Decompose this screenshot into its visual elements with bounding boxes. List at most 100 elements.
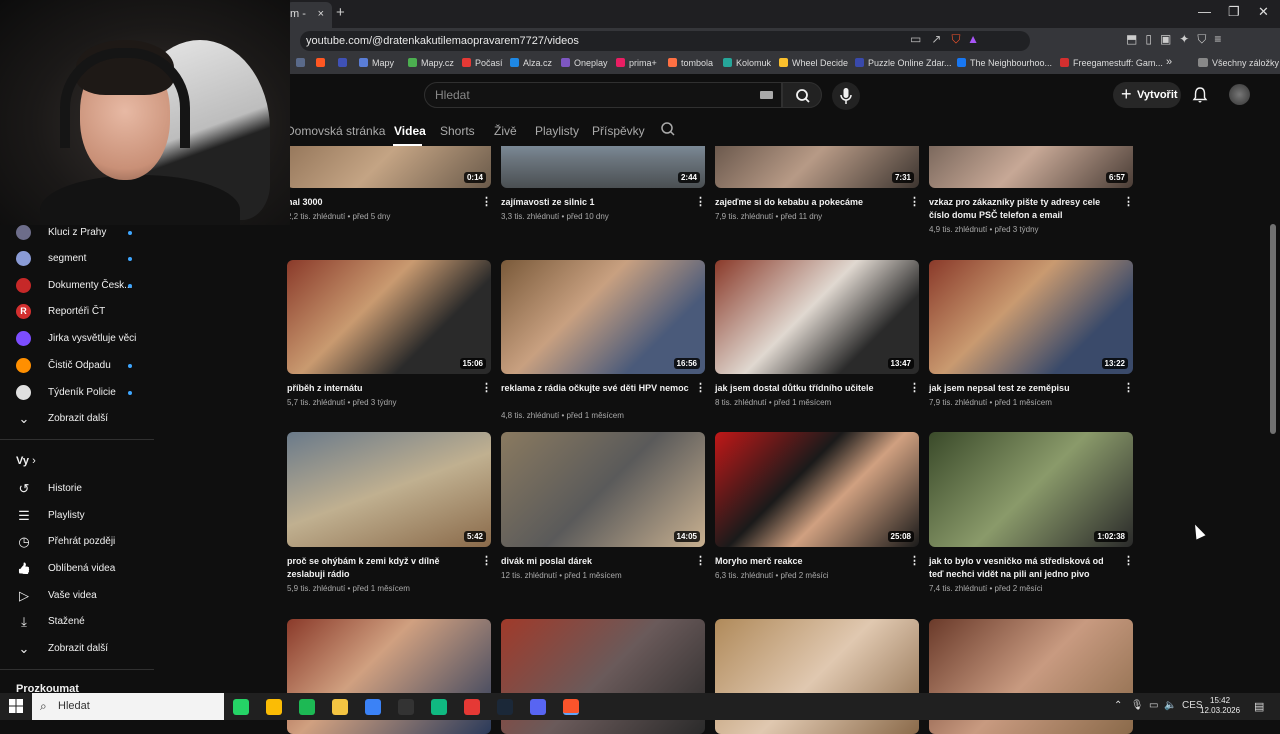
spotify-icon[interactable] <box>299 699 315 715</box>
menu-icon[interactable]: ≡ <box>1214 32 1229 46</box>
more-options-icon[interactable]: ⋮ <box>1123 554 1134 567</box>
sidebar-item-playlists[interactable]: ☰ Playlisty <box>0 508 154 528</box>
brave-shield-icon[interactable]: ⛉ <box>951 32 960 46</box>
close-window-button[interactable]: ✕ <box>1258 4 1269 20</box>
bookmark-icon-2[interactable] <box>316 58 329 68</box>
subscription-kluci-z-prahy[interactable]: Kluci z Prahy <box>0 225 154 245</box>
bookmark-neighbourhood[interactable]: The Neighbourhoo... <box>957 58 1052 68</box>
notification-center-icon[interactable]: ▤ <box>1254 700 1264 713</box>
taskbar-search-input[interactable]: ⌕ Hledat <box>32 693 224 720</box>
leo-icon[interactable]: ✦ <box>1179 32 1197 46</box>
more-options-icon[interactable]: ⋮ <box>1123 195 1134 208</box>
microphone-icon[interactable]: 🎙 <box>1131 700 1144 711</box>
sidebar-item-downloads[interactable]: ⤓ Stažené <box>0 614 154 634</box>
bookmark-puzzle[interactable]: Puzzle Online Zdar... <box>855 58 952 68</box>
video-thumbnail[interactable]: 15:06 <box>287 260 491 374</box>
steam-icon[interactable] <box>497 699 513 715</box>
maximize-button[interactable]: ❐ <box>1228 4 1240 20</box>
video-title[interactable]: jak to bylo v vesničko má středisková od… <box>929 555 1119 581</box>
sidebar-icon[interactable]: ▯ <box>1145 32 1160 46</box>
video-thumbnail[interactable]: 13:47 <box>715 260 919 374</box>
sidebar-item-liked-videos[interactable]: 👍 Oblíbená videa <box>0 561 154 581</box>
vpn-icon[interactable]: ⛉ <box>1197 32 1214 46</box>
tab-shorts[interactable]: Shorts <box>440 124 475 138</box>
more-options-icon[interactable]: ⋮ <box>481 381 492 394</box>
video-thumbnail[interactable]: 25:08 <box>715 432 919 547</box>
keyboard-icon[interactable] <box>760 91 773 99</box>
bookmark-alza[interactable]: Alza.cz <box>510 58 552 68</box>
subscription-reporteri-ct[interactable]: R Reportéři ČT <box>0 304 154 324</box>
app-blue-icon[interactable] <box>365 699 381 715</box>
voice-search-button[interactable] <box>832 82 860 110</box>
tab-posts[interactable]: Příspěvky <box>592 124 645 138</box>
tab-live[interactable]: Živě <box>494 124 517 138</box>
video-thumbnail[interactable]: 6:57 <box>929 146 1133 188</box>
extensions-icon[interactable]: ⬒ <box>1126 32 1145 46</box>
bookmark-freegamestuff[interactable]: Freegamestuff: Gam... <box>1060 58 1163 68</box>
page-scrollbar[interactable] <box>1270 224 1276 434</box>
you-section-heading[interactable]: Vy › <box>16 455 36 467</box>
capcut-icon[interactable] <box>398 699 414 715</box>
cast-icon[interactable]: ▭ <box>910 32 921 46</box>
show-more-subscriptions[interactable]: ⌄ Zobrazit další <box>0 411 154 431</box>
tab-close-icon[interactable]: × <box>318 2 324 26</box>
volume-icon[interactable]: 🔈 <box>1164 700 1176 711</box>
video-thumbnail[interactable]: 14:05 <box>501 432 705 547</box>
create-button[interactable]: + Vytvořit <box>1113 82 1181 108</box>
account-avatar[interactable] <box>1229 84 1250 105</box>
more-options-icon[interactable]: ⋮ <box>909 381 920 394</box>
search-button[interactable] <box>782 82 822 108</box>
subscription-dokumenty[interactable]: Dokumenty Česk... <box>0 278 154 298</box>
sidebar-item-history[interactable]: ↺ Historie <box>0 481 154 501</box>
subscription-segment[interactable]: segment <box>0 251 154 271</box>
app-green-icon[interactable] <box>431 699 447 715</box>
bookmark-tombola[interactable]: tombola <box>668 58 713 68</box>
search-input[interactable]: Hledat <box>424 82 782 108</box>
file-explorer-icon[interactable] <box>332 699 348 715</box>
video-title[interactable]: hal 3000 <box>287 196 477 209</box>
browser-tab[interactable]: m - × <box>286 2 332 28</box>
bookmark-icon-3[interactable] <box>338 58 351 68</box>
share-icon[interactable]: ↗ <box>931 32 941 46</box>
video-title[interactable]: zajímavosti ze silnic 1 <box>501 196 691 209</box>
notifications-button[interactable] <box>1191 86 1209 104</box>
more-options-icon[interactable]: ⋮ <box>481 554 492 567</box>
bookmark-pocasi[interactable]: Počasí <box>462 58 503 68</box>
video-title[interactable]: jak jsem dostal důtku třídního učitele <box>715 382 905 395</box>
subscription-cistic-odpadu[interactable]: Čistič Odpadu <box>0 358 154 378</box>
bookmark-mapy[interactable]: Mapy <box>359 58 394 68</box>
video-title[interactable]: proč se ohýbám k zemi když v dílně zesla… <box>287 555 477 581</box>
sidebar-item-watch-later[interactable]: ◷ Přehrát později <box>0 534 154 554</box>
subscription-jirka[interactable]: Jirka vysvětluje věci <box>0 331 154 351</box>
tray-overflow-icon[interactable]: ⌃ <box>1114 700 1122 711</box>
bookmarks-overflow-button[interactable]: » <box>1166 56 1172 68</box>
taskbar-clock[interactable]: 15:42 12.03.2026 <box>1200 696 1240 716</box>
bookmark-oneplay[interactable]: Oneplay <box>561 58 608 68</box>
tab-home[interactable]: Domovská stránka <box>286 124 385 138</box>
subscription-tydenik-policie[interactable]: Týdeník Policie <box>0 385 154 405</box>
sidebar-item-your-videos[interactable]: ▷ Vaše videa <box>0 588 154 608</box>
bookmark-mapy-cz[interactable]: Mapy.cz <box>408 58 454 68</box>
whatsapp-icon[interactable] <box>233 699 249 715</box>
bookmark-prima[interactable]: prima+ <box>616 58 657 68</box>
video-thumbnail[interactable]: 16:56 <box>501 260 705 374</box>
bookmark-icon-1[interactable] <box>296 58 309 68</box>
new-tab-button[interactable]: + <box>336 4 345 21</box>
video-title[interactable]: reklama z rádia očkujte své děti HPV nem… <box>501 382 691 395</box>
video-title[interactable]: divák mi poslal dárek <box>501 555 691 568</box>
discord-icon[interactable] <box>530 699 546 715</box>
chrome-icon[interactable] <box>266 699 282 715</box>
channel-search-button[interactable] <box>660 121 676 140</box>
more-options-icon[interactable]: ⋮ <box>909 195 920 208</box>
video-thumbnail[interactable]: 1:02:38 <box>929 432 1133 547</box>
network-icon[interactable]: ▭ <box>1149 700 1158 711</box>
video-title[interactable]: jak jsem nepsal test ze zeměpisu <box>929 382 1119 395</box>
video-thumbnail[interactable]: 7:31 <box>715 146 919 188</box>
show-more-you[interactable]: ⌄ Zobrazit další <box>0 641 154 661</box>
video-thumbnail[interactable]: 5:42 <box>287 432 491 547</box>
brave-icon[interactable] <box>563 699 579 715</box>
video-title[interactable]: vzkaz pro zákazníky pište ty adresy cele… <box>929 196 1119 222</box>
video-title[interactable]: příběh z internátu <box>287 382 477 395</box>
video-title[interactable]: zajeďme si do kebabu a pokecáme <box>715 196 905 209</box>
brave-rewards-icon[interactable]: ▲ <box>967 32 979 46</box>
